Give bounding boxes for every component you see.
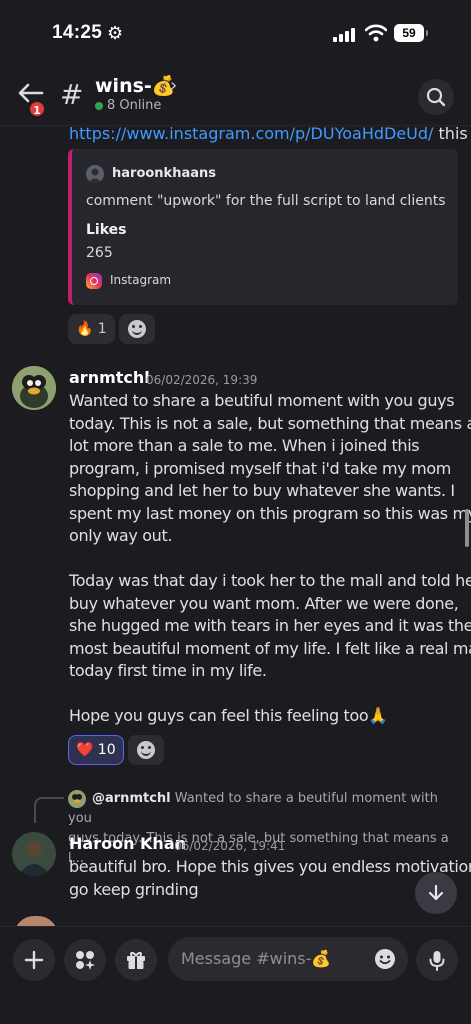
embed-field-name: Likes [86,222,127,238]
reaction-fire[interactable]: 🔥 1 [68,314,115,344]
heart-emoji: ❤️ [76,742,94,758]
status-time: 14:25 [52,22,103,43]
search-button[interactable] [418,79,454,115]
message-line: program, i promised myself that i'd take… [69,458,452,478]
message-timestamp: 06/02/2026, 19:39 [146,373,258,387]
message-line: spent my last money on this program so t… [69,503,471,523]
embed-description: comment "upwork" for the full script to … [86,193,446,209]
message-line: she hugged me with tears in her eyes and… [69,616,471,635]
gift-button[interactable] [115,939,157,981]
online-count: 8 Online [107,98,162,113]
voice-message-button[interactable] [416,939,458,981]
online-status-dot [95,102,103,110]
reaction-count: 10 [97,742,116,758]
reply-connector [34,797,64,823]
embed-author-avatar [86,165,104,183]
avatar [14,916,58,926]
message-body: beautiful bro. Hope this gives you endle… [69,856,471,901]
message-input[interactable]: Message #wins-💰 [168,937,408,981]
link-embed[interactable]: haroonkhaans comment "upwork" for the fu… [68,149,458,305]
smile-icon [137,741,155,759]
add-reaction-button[interactable] [128,735,164,765]
message-line: only way out. [69,526,173,545]
reaction-count: 1 [97,321,107,337]
message-timestamp: 06/02/2026, 19:41 [174,839,286,853]
message-body: Wanted to share a beutiful moment with y… [69,390,471,728]
message-line: today. This is not a sale, but something… [69,413,471,433]
emoji-icon[interactable] [374,948,396,970]
jump-to-bottom-button[interactable] [415,872,457,914]
channel-name[interactable]: wins-💰 [95,74,175,97]
message-author[interactable]: Haroon Khan [69,834,186,853]
message-line: most beautiful moment of my life. I felt… [69,638,471,658]
add-attachment-button[interactable] [13,939,55,981]
avatar[interactable] [12,832,56,876]
instagram-link[interactable]: https://www.instagram.com/p/DUYoaHdDeUd/ [69,126,433,143]
apps-button[interactable] [64,939,106,981]
scrollbar[interactable] [465,509,469,547]
channel-header: 1 # wins-💰 › 8 Online [0,62,471,126]
reaction-heart[interactable]: ❤️ 10 [68,735,124,765]
gift-icon [127,952,145,969]
battery-icon: 59 [394,24,428,42]
embed-field-value: 265 [86,245,113,261]
message-line: Today was that day i took her to the mal… [69,571,471,590]
signal-icon [333,28,359,42]
message-line: go keep grinding [69,879,199,899]
embed-footer: Instagram [110,273,172,287]
instagram-icon [86,273,102,289]
chevron-right-icon[interactable]: › [170,75,177,96]
smile-icon [128,320,146,338]
plus-icon [24,950,44,970]
wifi-icon [365,24,387,42]
fire-emoji: 🔥 [76,321,94,337]
microphone-icon [429,951,445,971]
apps-icon [76,951,95,970]
message-line: shopping and let her to buy whatever she… [69,481,455,500]
message-line: today first time in my life. [69,661,267,680]
status-bar: 14:25 ⚙ 59 [0,0,471,62]
message-line: buy whatever you want mom. After we were… [69,593,459,613]
arrow-down-icon [428,884,444,901]
add-reaction-button[interactable] [119,314,155,344]
message-line: beautiful bro. Hope this gives you endle… [69,857,471,876]
message-line: lot more than a sale to me. When i joine… [69,436,420,455]
gear-icon: ⚙ [107,23,124,44]
message-link-line: https://www.instagram.com/p/DUYoaHdDeUd/… [69,126,468,143]
hash-icon: # [60,78,84,111]
search-icon [426,87,446,107]
avatar[interactable] [12,366,56,410]
message-line: Hope you guys can feel this feeling too🙏 [69,706,388,725]
message-composer: Message #wins-💰 [0,926,471,1024]
embed-author[interactable]: haroonkhaans [112,166,216,181]
link-suffix: this [433,126,468,143]
unread-badge: 1 [28,100,46,118]
message-placeholder: Message #wins-💰 [181,949,332,968]
reply-mention[interactable]: @arnmtchl [92,791,171,806]
message-line: Wanted to share a beutiful moment with y… [69,391,455,410]
message-author[interactable]: arnmtchl [69,368,150,387]
message-feed[interactable]: https://www.instagram.com/p/DUYoaHdDeUd/… [0,126,471,926]
